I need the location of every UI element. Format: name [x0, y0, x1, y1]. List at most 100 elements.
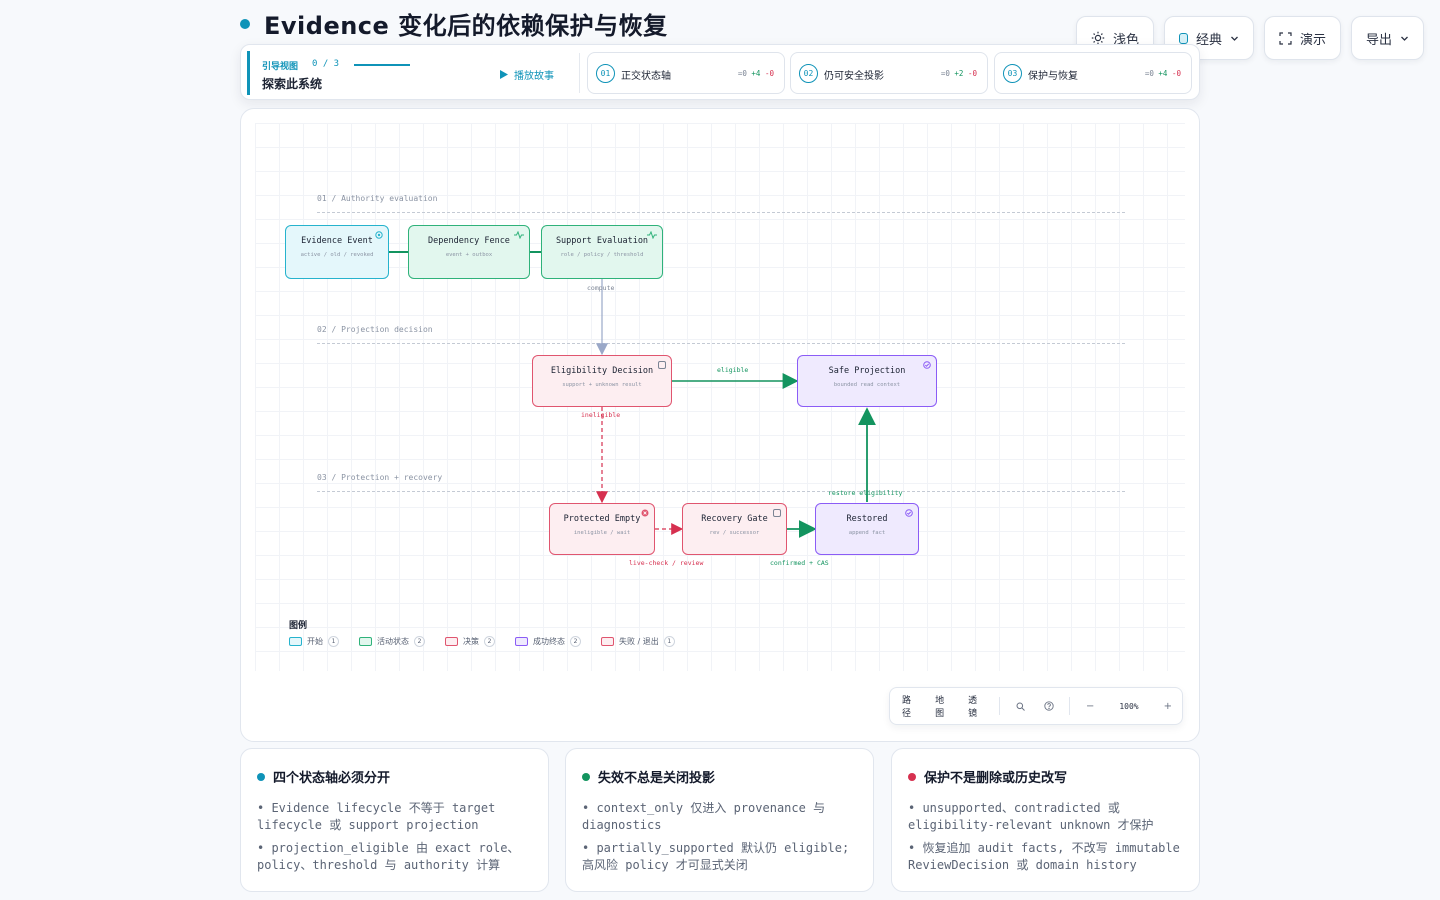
zoom-out-button[interactable]: − — [1076, 701, 1104, 712]
tab-map[interactable]: 地图 — [927, 693, 960, 719]
tab-path[interactable]: 路径 — [894, 693, 927, 719]
check-circle-icon — [923, 361, 931, 369]
card-header: 四个状态轴必须分开 — [257, 767, 532, 786]
activity-icon — [514, 231, 524, 239]
node-subtitle: role / policy / threshold — [560, 252, 644, 258]
sun-icon — [1091, 31, 1105, 45]
search-icon — [1016, 702, 1025, 711]
step-delta: =0 +4 -0 — [1144, 69, 1181, 78]
node-title: Safe Projection — [828, 366, 906, 376]
list-item: • unsupported、contradicted 或 eligibility… — [908, 801, 1154, 832]
legend-label: 开始 — [307, 637, 323, 646]
step-number: 02 — [799, 64, 818, 83]
list-item: • projection_eligible 由 exact role、polic… — [257, 841, 520, 872]
help-icon — [1044, 701, 1054, 711]
view-toolbar: 路径 地图 透镜 − 100% + — [889, 687, 1183, 725]
legend-item-active[interactable]: 活动状态 2 — [359, 636, 425, 647]
guide-count: 0 / 3 — [312, 59, 340, 69]
node-support-evaluation[interactable]: Support Evaluation role / policy / thres… — [541, 225, 663, 279]
guide-divider — [579, 53, 580, 93]
help-button[interactable] — [1035, 701, 1063, 711]
list-item: • 恢复追加 audit facts, 不改写 immutable Review… — [908, 841, 1180, 872]
x-circle-icon — [641, 509, 649, 517]
diagram-canvas[interactable]: 01 / Authority evaluation 02 / Projectio… — [240, 108, 1200, 742]
toolbar-divider — [1068, 697, 1070, 715]
node-dependency-fence[interactable]: Dependency Fence event + outbox — [408, 225, 530, 279]
step-card-1[interactable]: 01 正交状态轴 =0 +4 -0 — [587, 52, 785, 94]
edge-label-live-check: live-check / review — [629, 559, 704, 567]
step-card-3[interactable]: 03 保护与恢复 =0 +4 -0 — [994, 52, 1192, 94]
toolbar-divider — [999, 697, 1001, 715]
info-card-axes: 四个状态轴必须分开 • Evidence lifecycle 不等于 targe… — [240, 748, 549, 892]
step-label: 保护与恢复 — [1028, 71, 1078, 82]
card-list: • context_only 仅进入 provenance 与 diagnost… — [582, 800, 857, 874]
node-title: Eligibility Decision — [550, 366, 654, 376]
node-subtitle: rev / successor — [709, 530, 760, 536]
title-row: Evidence 变化后的依赖保护与恢复 — [240, 6, 668, 41]
step-number: 01 — [596, 64, 615, 83]
zoom-level: 100% — [1119, 701, 1139, 711]
legend-item-failure[interactable]: 失败 / 退出 1 — [601, 636, 675, 647]
info-card-projection: 失效不总是关闭投影 • context_only 仅进入 provenance … — [565, 748, 874, 892]
export-select[interactable]: 导出 — [1350, 16, 1424, 60]
guide-panel: 引导视图 0 / 3 探索此系统 播放故事 — [247, 51, 583, 95]
legend-label: 失败 / 退出 — [619, 637, 659, 646]
legend-swatch — [515, 637, 528, 646]
fullscreen-icon — [1279, 31, 1292, 45]
guide-progress — [354, 64, 410, 66]
card-dot — [257, 772, 265, 781]
style-swatch-icon — [1178, 32, 1188, 44]
node-title: Restored — [846, 514, 888, 524]
legend-label: 决策 — [463, 637, 479, 646]
list-item: • Evidence lifecycle 不等于 target lifecycl… — [257, 801, 496, 832]
node-subtitle: active / old / revoked — [300, 252, 374, 258]
node-title: Protected Empty — [563, 514, 641, 524]
square-icon — [658, 361, 666, 369]
node-recovery-gate[interactable]: Recovery Gate rev / successor — [682, 503, 787, 555]
legend-swatch — [445, 637, 458, 646]
legend-swatch — [601, 637, 614, 646]
check-circle-icon — [905, 509, 913, 517]
legend-swatch — [359, 637, 372, 646]
edge-label-restore: restore eligibility — [828, 489, 903, 497]
card-header: 失效不总是关闭投影 — [582, 767, 857, 786]
node-protected-empty[interactable]: Protected Empty ineligible / wait — [549, 503, 655, 555]
card-list: • unsupported、contradicted 或 eligibility… — [908, 800, 1183, 874]
search-button[interactable] — [1006, 702, 1034, 711]
info-card-protection: 保护不是删除或历史改写 • unsupported、contradicted 或… — [891, 748, 1200, 892]
legend-item-decision[interactable]: 决策 2 — [445, 636, 495, 647]
node-safe-projection[interactable]: Safe Projection bounded read context — [797, 355, 937, 407]
step-delta: =0 +2 -0 — [940, 69, 977, 78]
node-subtitle: ineligible / wait — [573, 530, 631, 536]
circle-dot-icon — [375, 231, 383, 239]
card-title: 保护不是删除或历史改写 — [924, 771, 1068, 786]
tab-lens[interactable]: 透镜 — [960, 693, 993, 719]
legend: 开始 1 活动状态 2 决策 2 成功终态 2 失败 / 退出 1 — [289, 636, 675, 647]
chevron-down-icon — [1231, 36, 1238, 41]
present-button[interactable]: 演示 — [1263, 16, 1341, 60]
node-title: Recovery Gate — [701, 514, 768, 524]
card-title: 四个状态轴必须分开 — [273, 771, 391, 786]
diagram-edges — [389, 251, 876, 538]
legend-count: 2 — [414, 636, 425, 647]
play-icon — [500, 70, 508, 79]
node-evidence-event[interactable]: Evidence Event active / old / revoked — [285, 225, 389, 279]
node-restored[interactable]: Restored append fact — [815, 503, 919, 555]
card-dot — [582, 772, 590, 781]
node-eligibility-decision[interactable]: Eligibility Decision support + unknown r… — [532, 355, 672, 407]
legend-item-success[interactable]: 成功终态 2 — [515, 636, 581, 647]
node-subtitle: event + outbox — [445, 252, 493, 258]
play-story-button[interactable]: 播放故事 — [500, 67, 554, 82]
node-title: Dependency Fence — [428, 236, 510, 246]
zoom-in-button[interactable]: + — [1154, 701, 1182, 712]
card-title: 失效不总是关闭投影 — [598, 771, 716, 786]
present-label: 演示 — [1299, 32, 1326, 48]
node-subtitle: support + unknown result — [562, 382, 642, 388]
guide-bar: 引导视图 0 / 3 探索此系统 播放故事 01 正交状态轴 =0 +4 -0 … — [240, 44, 1200, 100]
list-item: • partially_supported 默认仍 eligible; 高风险 … — [582, 841, 850, 872]
node-subtitle: bounded read context — [833, 382, 901, 388]
play-label: 播放故事 — [514, 71, 554, 82]
legend-item-start[interactable]: 开始 1 — [289, 636, 339, 647]
edge-label-confirmed: confirmed + CAS — [770, 559, 829, 567]
step-card-2[interactable]: 02 仍可安全投影 =0 +2 -0 — [790, 52, 988, 94]
